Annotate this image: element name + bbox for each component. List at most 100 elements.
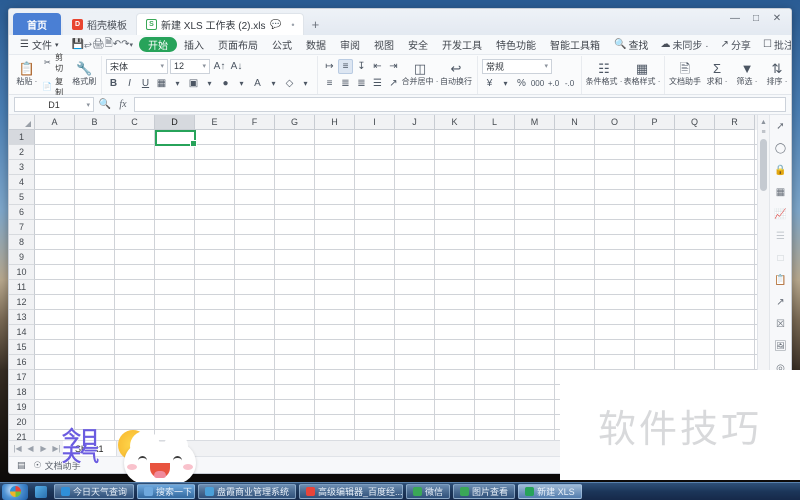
file-menu[interactable]: ☰ 文件 ▾ — [13, 36, 65, 53]
zoom-icon[interactable]: 🔍 — [98, 98, 112, 112]
column-header-G[interactable]: G — [275, 115, 315, 130]
share-button[interactable]: ↗ 分享 — [716, 37, 756, 53]
decrease-indent-button[interactable]: ⇤ — [370, 59, 385, 74]
split-handle[interactable]: ≡ — [759, 127, 769, 137]
menu-item-insert[interactable]: 插入 — [177, 36, 211, 53]
shortcut-icon[interactable]: ⥂ — [84, 37, 92, 53]
tab-document[interactable]: S 新建 XLS 工作表 (2).xls 💬 • — [136, 13, 305, 35]
table-icon[interactable]: □ — [773, 250, 789, 266]
new-tab-button[interactable]: + — [304, 13, 326, 35]
currency-dropdown-icon[interactable]: ▾ — [498, 76, 513, 91]
column-header-F[interactable]: F — [235, 115, 275, 130]
column-header-B[interactable]: B — [75, 115, 115, 130]
taskbar-item-3[interactable]: 高级编辑器_百度经... — [299, 484, 404, 499]
row-header-14[interactable]: 14 — [9, 325, 35, 340]
print-icon[interactable]: 🖨 — [92, 37, 105, 53]
row-header-3[interactable]: 3 — [9, 160, 35, 175]
column-header-C[interactable]: C — [115, 115, 155, 130]
column-header-I[interactable]: I — [355, 115, 395, 130]
wrap-text-button[interactable]: ↩ 自动换行 — [439, 62, 473, 87]
row-header-4[interactable]: 4 — [9, 175, 35, 190]
scroll-up-button[interactable]: ▲ — [759, 117, 769, 127]
redo-icon[interactable]: ↷ — [121, 37, 129, 53]
image-icon[interactable]: 🖼 — [773, 338, 789, 354]
row-header-16[interactable]: 16 — [9, 355, 35, 370]
percent-button[interactable]: % — [514, 76, 529, 91]
row-header-20[interactable]: 20 — [9, 415, 35, 430]
row-header-12[interactable]: 12 — [9, 295, 35, 310]
align-left-button[interactable]: ≡ — [322, 76, 337, 91]
menu-item-smart-toolbox[interactable]: 智能工具箱 — [543, 36, 607, 53]
row-header-8[interactable]: 8 — [9, 235, 35, 250]
number-format-select[interactable]: 常规 ▾ — [482, 58, 552, 74]
first-sheet-button[interactable]: |◀ — [11, 442, 24, 456]
cell-style-dropdown-icon[interactable]: ▾ — [202, 76, 217, 91]
currency-button[interactable]: ¥ — [482, 76, 497, 91]
quick-launch-area[interactable] — [30, 484, 52, 500]
taskbar-item-1[interactable]: 搜索一下 — [137, 484, 196, 499]
row-header-13[interactable]: 13 — [9, 310, 35, 325]
customize-qat-icon[interactable]: ▾ — [129, 37, 133, 53]
row-header-10[interactable]: 10 — [9, 265, 35, 280]
status-sheet-view[interactable]: ▤ — [17, 460, 26, 471]
save-icon[interactable]: 💾 — [71, 37, 83, 53]
filter-button[interactable]: ▼ 筛选 · — [733, 62, 761, 87]
taskbar-item-4[interactable]: 微信 — [406, 484, 451, 499]
menu-item-review[interactable]: 审阅 — [333, 36, 367, 53]
next-sheet-button[interactable]: ▶ — [37, 442, 50, 456]
row-header-2[interactable]: 2 — [9, 145, 35, 160]
windows-start-icon[interactable] — [2, 483, 28, 500]
row-header-21[interactable]: 21 — [9, 430, 35, 440]
inbox-icon[interactable]: ☒ — [773, 316, 789, 332]
font-name-select[interactable]: 宋体 ▾ — [106, 58, 168, 74]
justify-button[interactable]: ☰ — [370, 76, 385, 91]
increase-decimal-button[interactable]: +.0 — [546, 76, 561, 91]
show-desktop-icon[interactable] — [35, 485, 47, 498]
maximize-button[interactable]: □ — [746, 10, 766, 26]
column-header-H[interactable]: H — [315, 115, 355, 130]
autosum-button[interactable]: Σ 求和 · — [703, 62, 731, 87]
sort-button[interactable]: ⇅ 排序 · — [763, 62, 791, 87]
selected-cell-d1[interactable] — [155, 130, 197, 147]
paste-button[interactable]: 📋 粘贴 · — [15, 62, 39, 87]
text-icon[interactable]: ☰ — [773, 228, 789, 244]
close-button[interactable]: ✕ — [767, 10, 787, 26]
tab-templates[interactable]: D 稻壳模板 — [63, 13, 136, 35]
formula-input[interactable] — [134, 97, 786, 112]
align-top-button[interactable]: ↦ — [322, 59, 337, 74]
column-header-E[interactable]: E — [195, 115, 235, 130]
column-header-O[interactable]: O — [595, 115, 635, 130]
lock-icon[interactable]: 🔒 — [773, 162, 789, 178]
menu-item-view[interactable]: 视图 — [367, 36, 401, 53]
doc-helper-button[interactable]: 🖹 文档助手 — [669, 62, 701, 87]
row-header-11[interactable]: 11 — [9, 280, 35, 295]
row-header-6[interactable]: 6 — [9, 205, 35, 220]
merge-center-button[interactable]: ◫ 合并居中 · — [402, 62, 439, 87]
menu-item-start[interactable]: 开始 — [138, 37, 177, 52]
weather-widget[interactable]: 今日 天气 — [62, 424, 196, 486]
fill-color-dropdown-icon[interactable]: ▾ — [234, 76, 249, 91]
fx-icon[interactable]: fx — [116, 98, 130, 112]
prev-sheet-button[interactable]: ◀ — [24, 442, 37, 456]
font-size-select[interactable]: 12 ▾ — [170, 58, 210, 74]
align-right-button[interactable]: ≣ — [354, 76, 369, 91]
borders-button[interactable]: ▦ — [154, 76, 169, 91]
clear-format-button[interactable]: ◇ — [282, 76, 297, 91]
sync-status[interactable]: ☁ 未同步 · — [655, 37, 713, 53]
menu-item-find[interactable]: 🔍 查找 — [607, 36, 655, 53]
align-bottom-button[interactable]: ↧ — [354, 59, 369, 74]
format-painter-button[interactable]: 🔧 格式刷 — [72, 62, 97, 87]
cursor-icon[interactable]: ➚ — [773, 118, 789, 134]
column-header-M[interactable]: M — [515, 115, 555, 130]
underline-button[interactable]: U — [138, 76, 153, 91]
menu-item-page-layout[interactable]: 页面布局 — [211, 36, 265, 53]
clear-format-dropdown-icon[interactable]: ▾ — [298, 76, 313, 91]
column-header-A[interactable]: A — [35, 115, 75, 130]
comment-button[interactable]: ☐ 批注 · — [758, 37, 791, 53]
column-header-N[interactable]: N — [555, 115, 595, 130]
column-header-R[interactable]: R — [715, 115, 755, 130]
column-header-J[interactable]: J — [395, 115, 435, 130]
menu-item-data[interactable]: 数据 — [299, 36, 333, 53]
print-preview-icon[interactable]: 🗎 — [105, 37, 113, 53]
column-header-P[interactable]: P — [635, 115, 675, 130]
